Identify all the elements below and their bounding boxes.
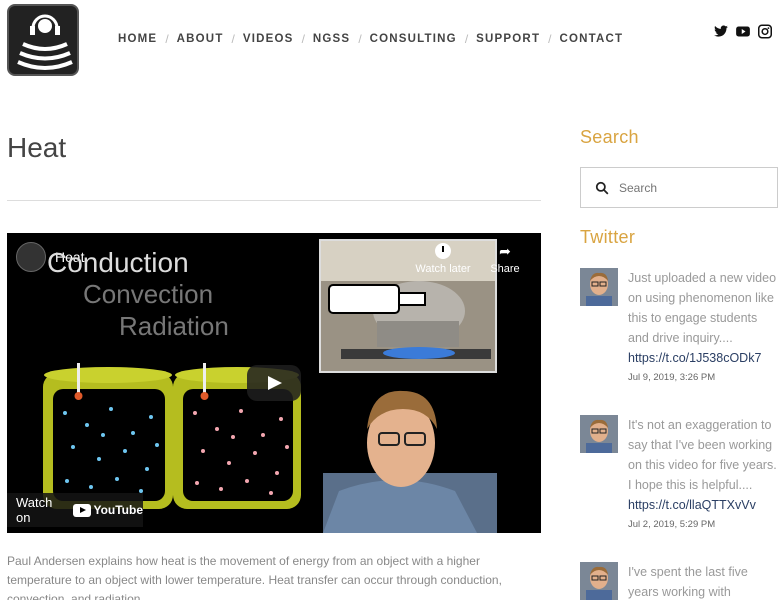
nav-separator: / bbox=[301, 32, 305, 46]
search-heading: Search bbox=[580, 127, 639, 147]
nav-consulting[interactable]: CONSULTING bbox=[370, 33, 457, 45]
nav-ngss[interactable]: NGSS bbox=[313, 33, 350, 45]
search-icon bbox=[595, 181, 609, 194]
social-links bbox=[713, 24, 772, 39]
page-title: Heat bbox=[7, 132, 67, 163]
watch-on-label: Watch on bbox=[16, 495, 53, 525]
watch-on-youtube-button[interactable]: Watch on YouTube bbox=[7, 493, 143, 527]
nav-videos[interactable]: VIDEOS bbox=[243, 33, 294, 45]
site-logo[interactable] bbox=[7, 4, 79, 76]
avatar[interactable] bbox=[580, 268, 618, 306]
clock-icon bbox=[435, 243, 451, 259]
search-box[interactable] bbox=[580, 167, 778, 208]
headphones-logo-icon bbox=[17, 14, 73, 70]
twitter-icon[interactable] bbox=[713, 24, 728, 39]
search-input[interactable] bbox=[619, 180, 749, 195]
video-description: Paul Andersen explains how heat is the m… bbox=[7, 554, 502, 600]
slide-line-convection: Convection bbox=[83, 279, 214, 309]
watch-later-label: Watch later bbox=[415, 263, 471, 275]
nav-contact[interactable]: CONTACT bbox=[560, 33, 624, 45]
avatar[interactable] bbox=[580, 562, 618, 600]
nav-separator: / bbox=[358, 32, 362, 46]
watch-later-button[interactable]: Watch later bbox=[411, 243, 475, 275]
tweet-link[interactable]: https://t.co/1J538cODk7 bbox=[628, 351, 761, 365]
youtube-logo: YouTube bbox=[73, 503, 143, 517]
nav-about[interactable]: ABOUT bbox=[177, 33, 224, 45]
instagram-icon[interactable] bbox=[757, 24, 772, 39]
main-nav: HOME / ABOUT / VIDEOS / NGSS / CONSULTIN… bbox=[118, 32, 623, 46]
tweet-date[interactable]: Jul 9, 2019, 3:26 PM bbox=[628, 371, 778, 385]
title-divider bbox=[7, 200, 541, 201]
youtube-icon[interactable] bbox=[735, 24, 750, 39]
nav-separator: / bbox=[231, 32, 235, 46]
tweet-link[interactable]: https://t.co/llaQTTXvVv bbox=[628, 498, 756, 512]
channel-avatar[interactable] bbox=[16, 242, 46, 272]
video-player[interactable]: Heat Conduction Convection Radiation Wat… bbox=[7, 233, 541, 533]
tweet-date[interactable]: Jul 2, 2019, 5:29 PM bbox=[628, 518, 778, 532]
nav-separator: / bbox=[464, 32, 469, 46]
share-arrow-icon: ➦ bbox=[499, 243, 511, 259]
nav-separator: / bbox=[165, 32, 169, 46]
slide-line-radiation: Radiation bbox=[119, 311, 229, 341]
tweet-body: I've spent the last five years working w… bbox=[628, 562, 778, 600]
youtube-wordmark: YouTube bbox=[93, 503, 143, 517]
twitter-heading: Twitter bbox=[580, 227, 636, 247]
tweet-text: It's not an exaggeration to say that I'v… bbox=[628, 418, 777, 492]
tweet-body: Just uploaded a new video on using pheno… bbox=[628, 268, 778, 385]
nav-home[interactable]: HOME bbox=[118, 33, 157, 45]
nav-support[interactable]: SUPPORT bbox=[476, 33, 540, 45]
nav-separator: / bbox=[548, 32, 552, 46]
share-button[interactable]: ➦ Share bbox=[487, 243, 523, 275]
tweet-text: Just uploaded a new video on using pheno… bbox=[628, 271, 777, 345]
youtube-play-icon bbox=[73, 503, 92, 517]
slide-line-conduction: Conduction bbox=[47, 247, 189, 278]
play-button[interactable] bbox=[247, 365, 301, 401]
share-label: Share bbox=[490, 263, 520, 275]
tweet-text: I've spent the last five years working w… bbox=[628, 565, 748, 599]
tweet-body: It's not an exaggeration to say that I'v… bbox=[628, 415, 778, 532]
avatar[interactable] bbox=[580, 415, 618, 453]
